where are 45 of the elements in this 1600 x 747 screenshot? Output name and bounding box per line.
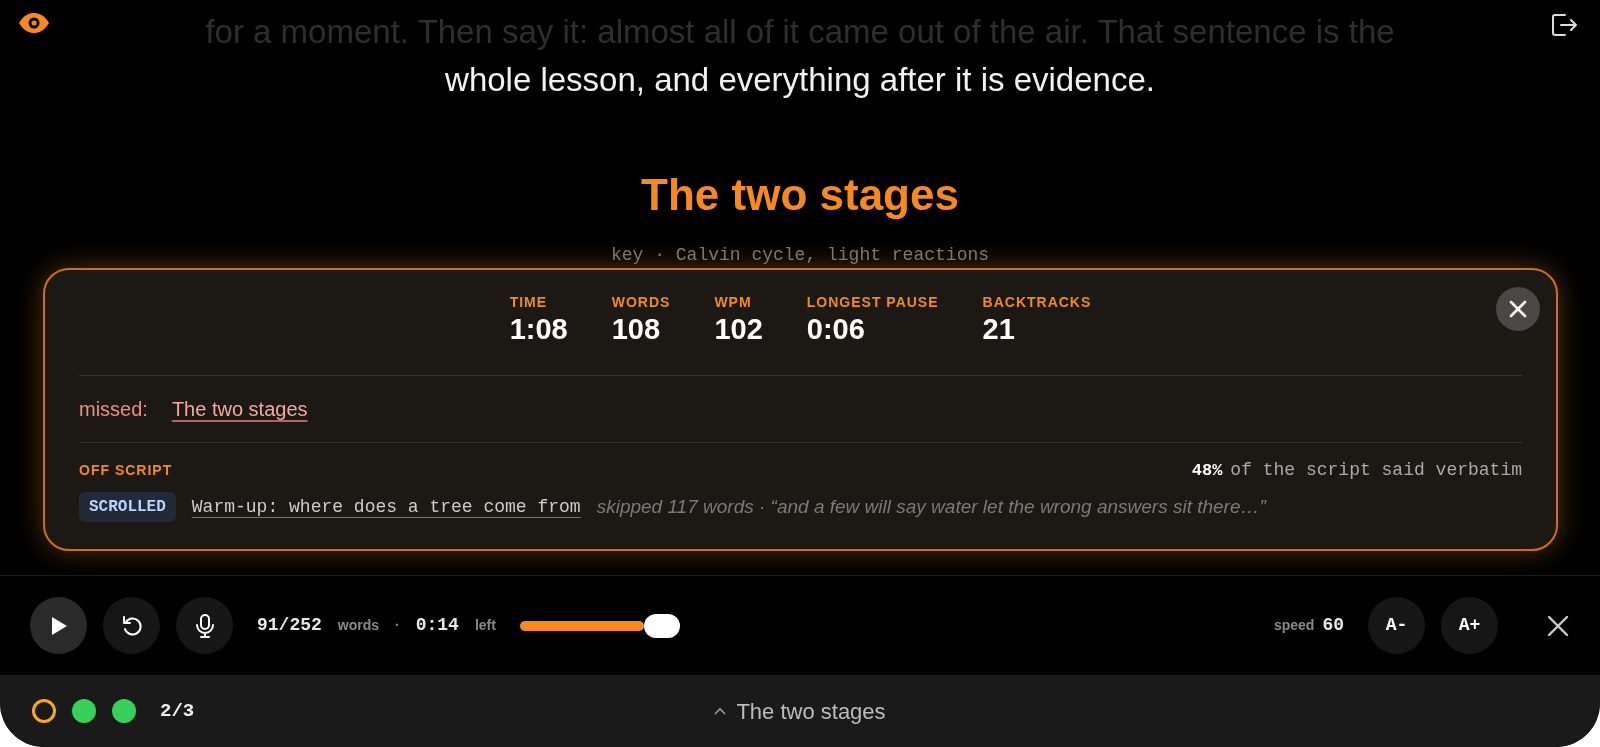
section-status-dot[interactable] [72, 699, 96, 723]
words-label: words [337, 616, 380, 635]
section-keywords: key · Calvin cycle, light reactions [610, 244, 990, 267]
close-button[interactable] [1496, 287, 1540, 331]
progress-slider[interactable] [519, 613, 680, 638]
close-icon [1547, 615, 1569, 638]
section-link[interactable]: Warm-up: where does a tree come from [191, 493, 581, 521]
stat-value: 21 [982, 313, 1016, 345]
section-heading: The two stages [641, 169, 959, 221]
font-size-button[interactable]: A+ [1441, 597, 1498, 654]
off-script-label: OFF SCRIPT [79, 461, 173, 480]
stat-label: BACKTRACKS [982, 293, 1092, 312]
speed-label: speed [1273, 616, 1315, 635]
scrolled-tag: SCROLLED [79, 492, 176, 522]
section-status-dot[interactable] [32, 699, 56, 723]
section-position: 2/3 [160, 698, 195, 724]
missed-label: missed: [79, 397, 148, 422]
stat-label: WORDS [611, 293, 671, 312]
stat-label: TIME [509, 293, 549, 312]
play-button[interactable] [30, 597, 87, 654]
verbatim-percent: 48% [1191, 460, 1223, 482]
separator-dot: · [395, 616, 400, 635]
logout-icon[interactable] [1550, 12, 1578, 38]
stat-label: LONGEST PAUSE [806, 293, 939, 312]
slider-thumb[interactable] [643, 613, 680, 638]
caret-up-icon [714, 707, 727, 715]
stat-value: 102 [714, 313, 763, 345]
speed-value: 60 [1322, 614, 1344, 637]
word-count: 91/252 [257, 614, 322, 637]
missed-section-link[interactable]: The two stages [171, 394, 308, 424]
stat-value: 108 [611, 313, 662, 345]
current-section-title[interactable]: The two stages [736, 694, 886, 728]
verbatim-text: of the script said verbatim [1230, 459, 1522, 482]
left-label: left [474, 616, 496, 635]
stat-value: 1:08 [509, 313, 568, 345]
close-icon [1509, 300, 1527, 318]
stat-value: 0:06 [806, 313, 866, 345]
microphone-icon [193, 612, 216, 639]
script-line: whole lesson, and everything after it is evidence. [445, 60, 1155, 100]
time-remaining: 0:14 [415, 614, 459, 637]
font-size-button[interactable]: A- [1368, 597, 1425, 654]
skip-detail: skipped 117 words · “and a few will say water let the wrong answers sit there…” [596, 494, 1266, 519]
section-status-dot[interactable] [112, 699, 136, 723]
eye-icon[interactable] [18, 12, 50, 34]
stat-label: WPM [714, 293, 753, 312]
